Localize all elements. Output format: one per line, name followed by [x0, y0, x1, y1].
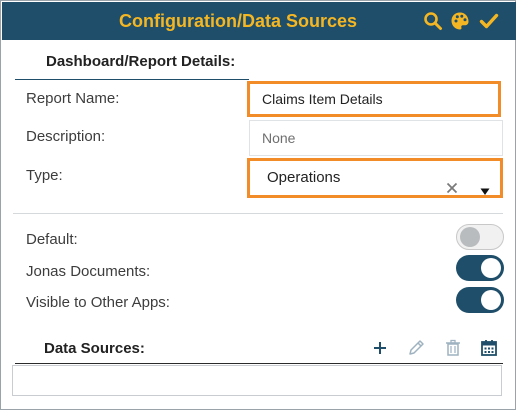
- jonas-documents-toggle[interactable]: [456, 255, 504, 281]
- clear-icon[interactable]: [446, 172, 458, 194]
- data-sources-grid[interactable]: [12, 365, 502, 396]
- checkmark-icon[interactable]: [479, 11, 499, 31]
- chevron-down-icon[interactable]: [480, 174, 490, 195]
- pencil-icon[interactable]: [405, 337, 427, 359]
- details-section-rule: [15, 79, 249, 80]
- panel-header: Configuration/Data Sources: [2, 2, 516, 40]
- type-select[interactable]: Operations: [247, 158, 503, 198]
- panel-title: Configuration/Data Sources: [118, 11, 358, 31]
- description-label: Description:: [26, 128, 106, 145]
- report-name-value: Claims Item Details: [262, 91, 383, 107]
- search-icon[interactable]: [423, 11, 443, 31]
- trash-icon[interactable]: [442, 337, 464, 359]
- jonas-documents-label: Jonas Documents:: [26, 263, 151, 280]
- toggle-knob: [481, 258, 501, 278]
- plus-icon[interactable]: [369, 337, 391, 359]
- default-label: Default:: [26, 231, 78, 248]
- report-name-label: Report Name:: [26, 90, 120, 107]
- section-divider: [13, 213, 503, 214]
- description-placeholder: None: [262, 130, 296, 146]
- palette-icon[interactable]: [450, 11, 470, 31]
- data-sources-title: Data Sources:: [44, 340, 145, 357]
- visible-to-other-apps-toggle[interactable]: [456, 287, 504, 313]
- details-section-title: Dashboard/Report Details:: [46, 53, 236, 70]
- toggle-knob: [460, 227, 480, 247]
- type-label: Type:: [26, 167, 63, 184]
- visible-to-other-apps-label: Visible to Other Apps:: [26, 294, 170, 311]
- data-sources-rule: [15, 363, 503, 364]
- description-input[interactable]: None: [249, 120, 503, 156]
- toggle-knob: [481, 290, 501, 310]
- default-toggle[interactable]: [456, 224, 504, 250]
- config-panel: Configuration/Data Sources Dashboard/Rep…: [0, 0, 516, 410]
- report-name-input[interactable]: Claims Item Details: [247, 81, 501, 117]
- type-value: Operations: [267, 169, 341, 186]
- calendar-icon[interactable]: [478, 337, 500, 359]
